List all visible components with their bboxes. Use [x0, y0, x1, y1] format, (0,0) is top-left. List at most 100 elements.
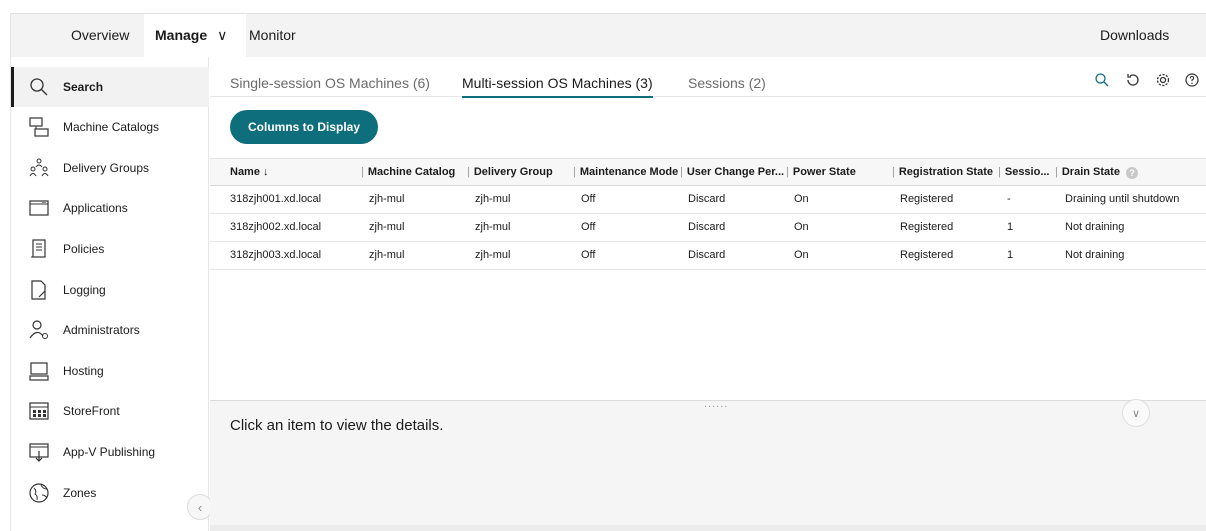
column-header-drain-state[interactable]: | Drain State?	[1055, 166, 1138, 179]
applications-icon	[28, 197, 50, 219]
column-header-label: User Change Per...	[686, 166, 785, 178]
cell-power-state: On	[794, 249, 809, 261]
sidebar-item-label: Zones	[63, 486, 97, 500]
cell-machine-catalog: zjh-mul	[369, 221, 405, 233]
chevron-left-icon: ‹	[197, 499, 203, 515]
cell-maintenance-mode: Off	[581, 221, 596, 233]
sidebar-item-label: Administrators	[63, 323, 140, 337]
column-separator[interactable]: |	[1055, 166, 1058, 178]
sidebar-item-appv-publishing[interactable]: App-V Publishing	[11, 432, 209, 472]
sidebar-item-label: StoreFront	[63, 404, 120, 418]
column-separator[interactable]: |	[680, 166, 683, 178]
cell-sessions: 1	[1007, 249, 1014, 261]
column-header-label: Drain State	[1061, 166, 1120, 178]
cell-machine-catalog: zjh-mul	[369, 249, 405, 261]
sidebar-item-label: Search	[63, 80, 104, 94]
chevron-down-icon: ∨	[1131, 407, 1141, 420]
cell-name: 318zjh002.xd.local	[230, 221, 322, 233]
hosting-icon	[28, 360, 50, 382]
cell-power-state: On	[794, 193, 809, 205]
sidebar-item-zones[interactable]: Zones	[11, 473, 209, 513]
column-header-label: Power State	[792, 166, 856, 178]
gear-icon[interactable]	[1154, 71, 1172, 89]
table-row[interactable]: 318zjh001.xd.local zjh-mul zjh-mul Off D…	[210, 186, 1206, 214]
table-row[interactable]: 318zjh002.xd.local zjh-mul zjh-mul Off D…	[210, 214, 1206, 242]
storefront-icon	[28, 400, 50, 422]
cell-maintenance-mode: Off	[581, 193, 596, 205]
sidebar-item-machine-catalogs[interactable]: Machine Catalogs	[11, 107, 209, 147]
cell-registration-state: Registered	[900, 249, 954, 261]
column-header-machine-catalog[interactable]: | Machine Catalog	[361, 166, 455, 178]
tab-bar: Single-session OS Machines (6) Multi-ses…	[210, 57, 1206, 98]
cell-name: 318zjh001.xd.local	[230, 193, 322, 205]
column-header-label: Machine Catalog	[367, 166, 456, 178]
search-icon	[28, 76, 50, 98]
sidebar-item-search[interactable]: Search	[11, 67, 209, 107]
search-icon[interactable]	[1093, 71, 1111, 89]
cell-delivery-group: zjh-mul	[475, 193, 511, 205]
column-header-name[interactable]: Name ↓	[230, 166, 269, 178]
column-separator[interactable]: |	[892, 166, 895, 178]
column-header-power-state[interactable]: | Power State	[786, 166, 856, 178]
delivery-groups-icon	[28, 157, 50, 179]
help-icon[interactable]	[1183, 71, 1201, 89]
column-header-label: Delivery Group	[473, 166, 553, 178]
column-header-label: Sessio...	[1004, 166, 1050, 178]
sidebar: Search Machine Catalogs Delivery Groups …	[10, 57, 213, 531]
column-separator[interactable]: |	[573, 166, 576, 178]
column-separator[interactable]: |	[361, 166, 364, 178]
column-separator[interactable]: |	[998, 166, 1001, 178]
cell-user-change: Discard	[688, 193, 726, 205]
nav-monitor[interactable]: Monitor	[249, 14, 296, 57]
nav-overview[interactable]: Overview	[71, 14, 129, 57]
details-placeholder-text: Click an item to view the details.	[230, 417, 444, 434]
table-row[interactable]: 318zjh003.xd.local zjh-mul zjh-mul Off D…	[210, 242, 1206, 270]
nav-downloads[interactable]: Downloads	[1100, 14, 1169, 57]
cell-registration-state: Registered	[900, 221, 954, 233]
sidebar-item-label: Delivery Groups	[63, 161, 150, 175]
sidebar-item-delivery-groups[interactable]: Delivery Groups	[11, 148, 209, 188]
sidebar-item-applications[interactable]: Applications	[11, 188, 209, 228]
tab-sessions[interactable]: Sessions (2)	[688, 75, 766, 91]
column-header-maintenance-mode[interactable]: | Maintenance Mode	[573, 166, 678, 178]
cell-sessions: -	[1007, 193, 1011, 205]
sidebar-item-label: Logging	[63, 283, 106, 297]
policies-icon	[28, 238, 50, 260]
column-header-sessions[interactable]: | Sessio...	[998, 166, 1050, 178]
machines-table: Name ↓ | Machine Catalog | Delivery Group …	[210, 158, 1206, 270]
column-header-registration-state[interactable]: | Registration State	[892, 166, 993, 178]
columns-to-display-button[interactable]: Columns to Display	[230, 110, 378, 144]
appv-publishing-icon	[28, 441, 50, 463]
sidebar-item-label: Policies	[63, 242, 105, 256]
nav-manage-label: Manage	[155, 27, 208, 43]
column-header-delivery-group[interactable]: | Delivery Group	[467, 166, 553, 178]
tab-multi-session[interactable]: Multi-session OS Machines (3)	[462, 75, 653, 98]
sidebar-item-storefront[interactable]: StoreFront	[11, 391, 209, 431]
cell-registration-state: Registered	[900, 193, 954, 205]
cell-name: 318zjh003.xd.local	[230, 249, 322, 261]
sidebar-item-label: Applications	[63, 201, 128, 215]
sidebar-item-administrators[interactable]: Administrators	[11, 310, 209, 350]
sidebar-item-label: Hosting	[63, 364, 104, 378]
help-icon[interactable]: ?	[1125, 167, 1138, 179]
tab-single-session[interactable]: Single-session OS Machines (6)	[230, 75, 430, 91]
expand-details-button[interactable]: ∨	[1122, 399, 1150, 427]
nav-manage[interactable]: Manage ∨	[144, 14, 246, 58]
cell-power-state: On	[794, 221, 809, 233]
column-header-label: Registration State	[898, 166, 993, 178]
sidebar-item-logging[interactable]: Logging	[11, 270, 209, 310]
column-separator[interactable]: |	[786, 166, 789, 178]
column-header-user-change[interactable]: | User Change Per...	[680, 166, 784, 178]
column-separator[interactable]: |	[467, 166, 470, 178]
refresh-icon[interactable]	[1124, 71, 1142, 89]
administrators-icon	[28, 319, 50, 341]
cell-delivery-group: zjh-mul	[475, 249, 511, 261]
cell-sessions: 1	[1007, 221, 1014, 233]
cell-maintenance-mode: Off	[581, 249, 596, 261]
machine-catalogs-icon	[28, 116, 50, 138]
cell-user-change: Discard	[688, 249, 726, 261]
sidebar-item-hosting[interactable]: Hosting	[11, 351, 209, 391]
sidebar-item-policies[interactable]: Policies	[11, 229, 209, 269]
resize-handle[interactable]: ......	[704, 398, 728, 410]
bottom-shadow	[210, 525, 1206, 531]
